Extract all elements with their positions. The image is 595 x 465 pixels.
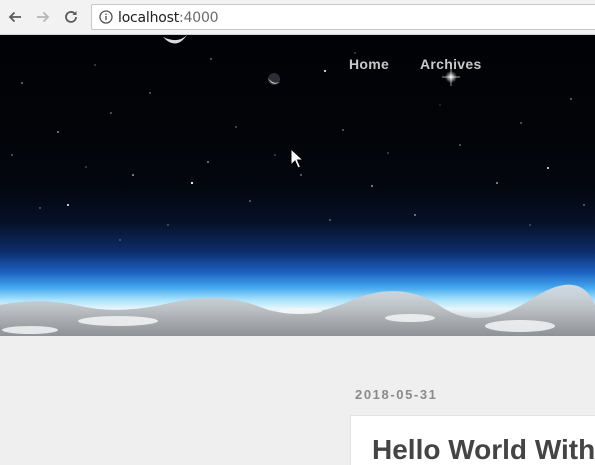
post-title[interactable]: Hello World With <box>372 434 595 465</box>
nav-home-link[interactable]: Home <box>349 56 389 72</box>
star-field <box>11 52 585 241</box>
address-bar[interactable]: localhost:4000 <box>91 4 595 30</box>
moon-crescent-large <box>163 35 187 44</box>
hero-banner: Home Archives <box>0 35 595 336</box>
mouse-cursor-icon <box>290 148 304 169</box>
browser-toolbar: localhost:4000 <box>0 0 595 35</box>
url-port: :4000 <box>179 10 219 26</box>
info-icon[interactable] <box>99 10 113 24</box>
post-card: Hello World With <box>350 415 595 465</box>
forward-button[interactable] <box>32 6 54 28</box>
space-earth-image <box>0 35 595 336</box>
url-text[interactable]: localhost:4000 <box>118 10 219 26</box>
url-host: localhost <box>118 10 180 26</box>
forward-icon <box>37 11 50 23</box>
nav-archives-link[interactable]: Archives <box>420 56 482 72</box>
post-date: 2018-05-31 <box>355 387 438 402</box>
reload-icon <box>65 11 77 23</box>
back-button[interactable] <box>4 6 26 28</box>
reload-button[interactable] <box>60 6 82 28</box>
back-icon <box>8 11 21 23</box>
